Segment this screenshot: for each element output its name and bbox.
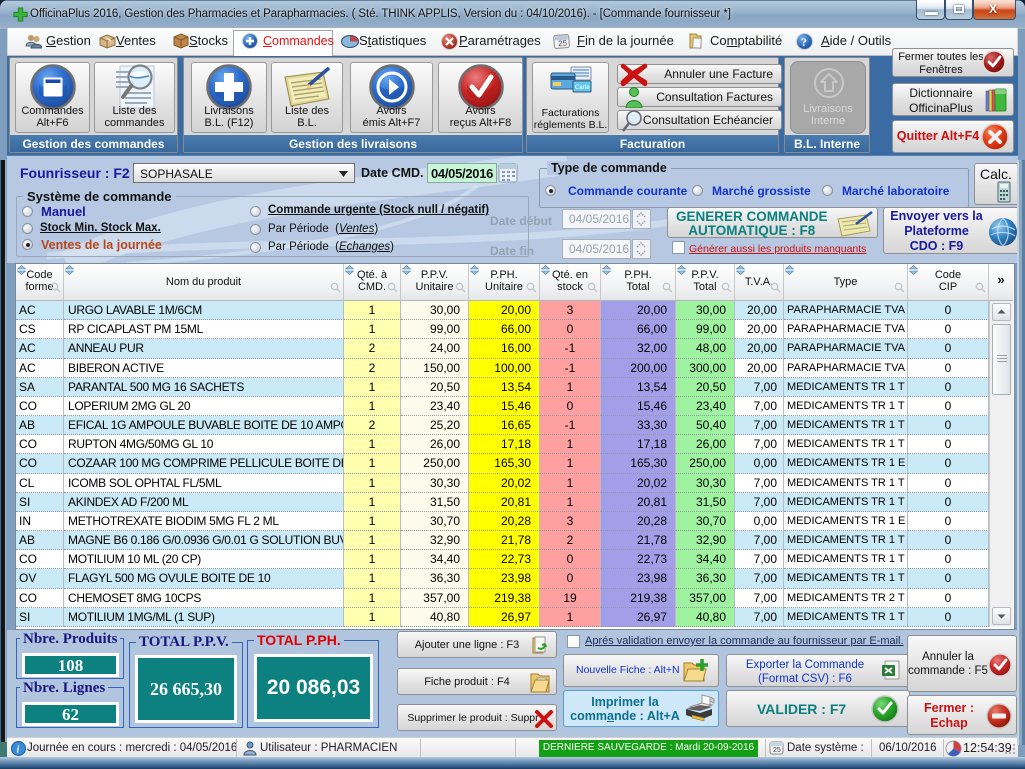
svg-text:?: ? [801, 35, 807, 49]
svg-text:i: i [17, 745, 20, 756]
svg-text:25: 25 [773, 747, 781, 754]
svg-text:25: 25 [558, 39, 568, 49]
svg-text:Carte: Carte [575, 85, 590, 91]
